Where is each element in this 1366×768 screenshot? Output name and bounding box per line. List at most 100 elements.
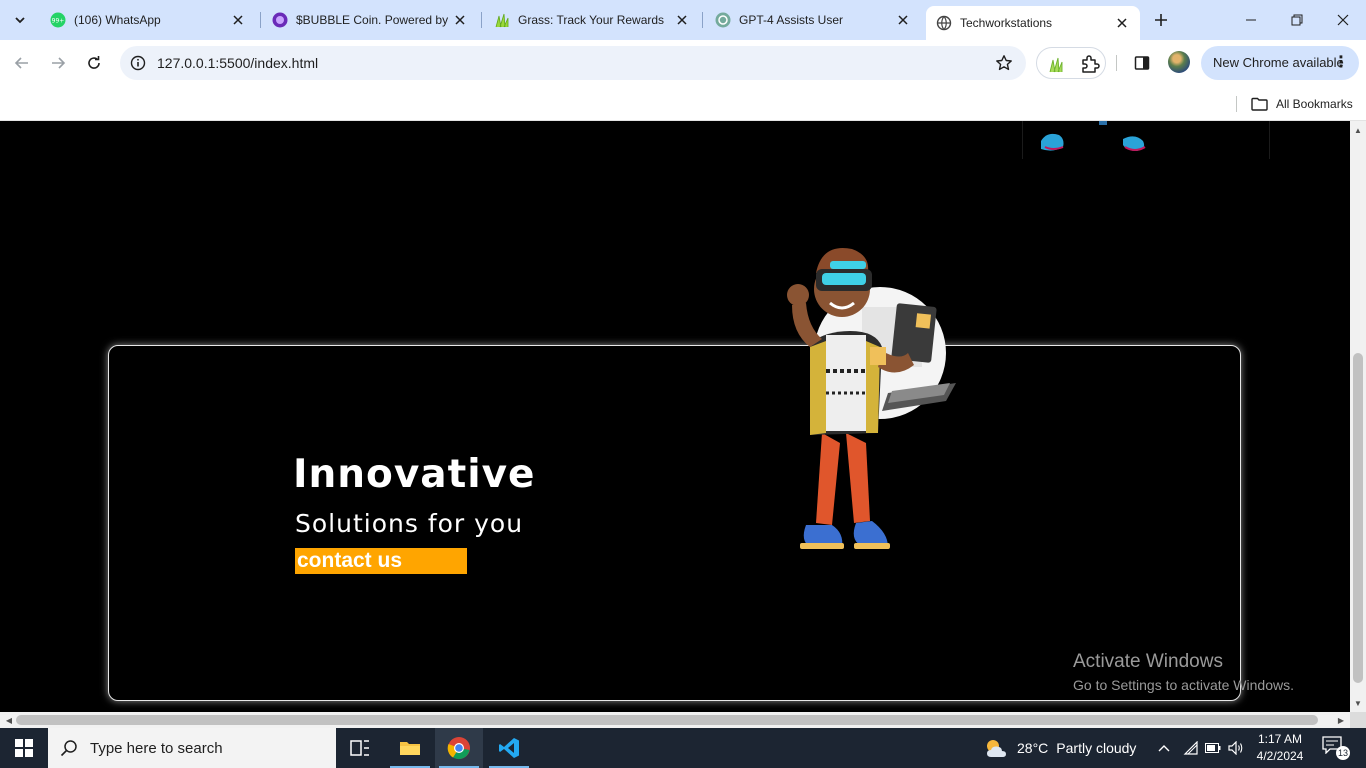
all-bookmarks-button[interactable]: All Bookmarks xyxy=(1251,92,1353,116)
tab-separator xyxy=(702,12,703,28)
close-icon xyxy=(1337,14,1349,26)
task-view-button[interactable] xyxy=(336,728,384,768)
hero-subtitle: Solutions for you xyxy=(295,509,524,538)
arrow-left-icon xyxy=(14,57,28,69)
profile-avatar[interactable] xyxy=(1168,51,1190,73)
reload-icon xyxy=(88,56,100,69)
chevron-up-icon xyxy=(1158,745,1170,752)
side-panel-icon xyxy=(1134,56,1150,70)
restore-button[interactable] xyxy=(1274,0,1320,40)
battery-icon xyxy=(1205,743,1221,753)
tab-whatsapp[interactable]: 99+ (106) WhatsApp xyxy=(40,6,256,34)
scrollbar-corner xyxy=(1350,712,1366,728)
tab-title: $BUBBLE Coin. Powered by Bubbles xyxy=(296,13,452,27)
contact-us-button[interactable]: contact us xyxy=(295,548,467,574)
close-tab-icon[interactable] xyxy=(674,12,690,28)
vertical-scrollbar[interactable]: ▲ ▼ xyxy=(1350,121,1366,712)
address-bar[interactable]: 127.0.0.1:5500/index.html xyxy=(120,46,1026,80)
globe-icon xyxy=(936,15,952,31)
site-info-icon[interactable] xyxy=(128,53,148,73)
weather-widget[interactable]: 28°C Partly cloudy xyxy=(983,728,1136,768)
grass-icon xyxy=(494,12,510,28)
network-button[interactable] xyxy=(1180,728,1202,768)
start-button[interactable] xyxy=(0,728,48,768)
tab-separator xyxy=(481,12,482,28)
folder-icon xyxy=(1251,97,1268,111)
task-view-icon xyxy=(350,740,369,756)
weather-condition: Partly cloudy xyxy=(1056,740,1137,756)
bookmarks-separator xyxy=(1236,96,1237,112)
new-chrome-available-button[interactable]: New Chrome available ⋮ xyxy=(1201,46,1359,80)
forward-button[interactable] xyxy=(43,48,73,78)
back-button[interactable] xyxy=(7,48,37,78)
tab-title: (106) WhatsApp xyxy=(74,13,161,27)
system-clock[interactable]: 1:17 AM 4/2/2024 xyxy=(1251,731,1309,765)
partly-cloudy-icon xyxy=(987,740,1006,757)
hero-card xyxy=(108,345,1241,701)
horizontal-scrollbar[interactable]: ◀ ▶ xyxy=(0,712,1350,728)
clock-time: 1:17 AM xyxy=(1257,732,1303,746)
battery-button[interactable] xyxy=(1202,728,1224,768)
file-explorer-button[interactable] xyxy=(386,728,434,768)
search-icon xyxy=(60,740,77,757)
tab-search-button[interactable] xyxy=(6,6,34,34)
scroll-up-icon[interactable]: ▲ xyxy=(1350,123,1366,137)
new-tab-button[interactable] xyxy=(1149,8,1173,32)
plus-icon xyxy=(1155,14,1167,26)
scroll-down-icon[interactable]: ▼ xyxy=(1350,696,1366,710)
volume-button[interactable] xyxy=(1225,728,1247,768)
taskbar-search-box[interactable]: Type here to search xyxy=(48,728,336,768)
close-tab-icon[interactable] xyxy=(452,12,468,28)
search-placeholder: Type here to search xyxy=(90,739,223,757)
vscode-icon xyxy=(499,738,519,758)
bookmark-star-icon[interactable] xyxy=(994,53,1014,73)
more-menu-icon[interactable]: ⋮ xyxy=(1333,46,1349,80)
minimize-button[interactable] xyxy=(1228,0,1274,40)
openai-icon xyxy=(715,12,731,28)
close-window-button[interactable] xyxy=(1320,0,1366,40)
notification-count: 13 xyxy=(1336,746,1350,760)
tab-bubble-coin[interactable]: $BUBBLE Coin. Powered by Bubbles xyxy=(262,6,478,34)
bookmarks-bar: All Bookmarks xyxy=(0,86,1366,121)
update-label: New Chrome available xyxy=(1213,55,1344,70)
show-hidden-icons-button[interactable] xyxy=(1154,728,1174,768)
hero-title: Innovative xyxy=(293,452,536,497)
tab-grass[interactable]: Grass: Track Your Rewards xyxy=(484,6,700,34)
watermark-subtitle: Go to Settings to activate Windows. xyxy=(1073,677,1294,693)
puzzle-extensions-icon[interactable] xyxy=(1079,53,1101,75)
all-bookmarks-label: All Bookmarks xyxy=(1276,97,1353,111)
tab-gpt4[interactable]: GPT-4 Assists User xyxy=(705,6,921,34)
tab-techworkstations[interactable]: Techworkstations xyxy=(926,6,1140,40)
vscode-taskbar-button[interactable] xyxy=(485,728,533,768)
weather-temperature: 28°C xyxy=(1017,740,1049,756)
scroll-right-icon[interactable]: ▶ xyxy=(1334,712,1348,728)
page-viewport: Innovative Solutions for you contact us xyxy=(0,121,1350,712)
chrome-icon xyxy=(447,737,470,760)
windows-taskbar: Type here to search 28°C Partly cloudy 1… xyxy=(0,728,1366,768)
speaker-icon xyxy=(1228,741,1243,755)
clock-date: 4/2/2024 xyxy=(1256,749,1304,763)
svg-text:99+: 99+ xyxy=(52,18,65,25)
close-tab-icon[interactable] xyxy=(230,12,246,28)
extensions-area xyxy=(1036,47,1106,79)
tab-title: Grass: Track Your Rewards xyxy=(518,13,665,27)
restore-icon xyxy=(1291,14,1303,26)
watermark-title: Activate Windows xyxy=(1073,651,1223,672)
url-text[interactable]: 127.0.0.1:5500/index.html xyxy=(157,46,318,80)
whatsapp-icon: 99+ xyxy=(50,12,66,28)
toolbar-separator xyxy=(1116,55,1117,71)
close-tab-icon[interactable] xyxy=(895,12,911,28)
vertical-scroll-thumb[interactable] xyxy=(1353,353,1363,683)
folder-icon xyxy=(400,742,420,755)
previous-section-figure xyxy=(1022,121,1270,159)
grass-extension-icon[interactable] xyxy=(1045,53,1067,75)
horizontal-scroll-thumb[interactable] xyxy=(16,715,1318,725)
close-tab-icon[interactable] xyxy=(1114,15,1130,31)
chrome-taskbar-button[interactable] xyxy=(435,728,483,768)
scroll-left-icon[interactable]: ◀ xyxy=(2,712,16,728)
vr-character-illustration xyxy=(787,248,956,549)
notification-center-button[interactable]: 13 xyxy=(1322,736,1350,760)
activate-windows-watermark: Activate Windows Go to Settings to activ… xyxy=(1073,651,1294,693)
reload-button[interactable] xyxy=(79,48,109,78)
side-panel-button[interactable] xyxy=(1130,52,1154,74)
